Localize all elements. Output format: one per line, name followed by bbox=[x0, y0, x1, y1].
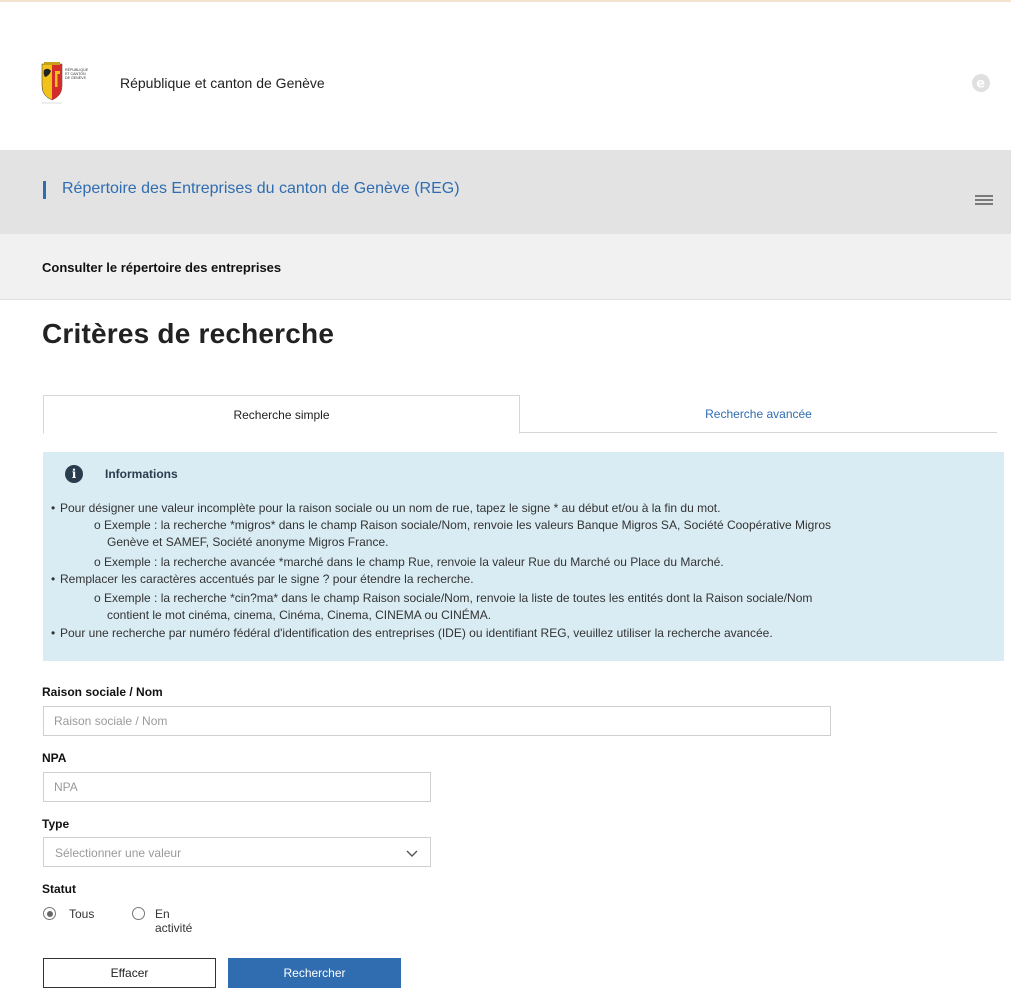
menu-icon[interactable] bbox=[975, 195, 993, 205]
statut-label: Statut bbox=[42, 882, 76, 896]
info-heading: Informations bbox=[105, 467, 178, 481]
clear-button[interactable]: Effacer bbox=[43, 958, 216, 988]
tab-recherche-simple[interactable]: Recherche simple bbox=[43, 395, 520, 434]
search-button[interactable]: Rechercher bbox=[228, 958, 401, 988]
application-title[interactable]: Répertoire des Entreprises du canton de … bbox=[62, 180, 460, 198]
raison-sociale-input[interactable] bbox=[43, 706, 831, 736]
page-title: Critères de recherche bbox=[42, 318, 335, 349]
section-subbar: Consulter le répertoire des entreprises bbox=[0, 234, 1011, 300]
info-bullet: Remplacer les caractères accentués par l… bbox=[51, 572, 474, 587]
radio-en-activite-label[interactable]: En activité bbox=[155, 907, 192, 935]
npa-label: NPA bbox=[42, 751, 67, 765]
application-band: Répertoire des Entreprises du canton de … bbox=[0, 150, 1011, 234]
type-label: Type bbox=[42, 817, 70, 831]
type-select[interactable]: Sélectionner une valeur bbox=[43, 837, 431, 867]
search-tabs: Recherche simple Recherche avancée bbox=[43, 395, 997, 434]
info-bullet: Pour une recherche par numéro fédéral d'… bbox=[51, 626, 773, 641]
geneva-coat-of-arms-logo[interactable]: RÉPUBLIQUE ET CANTON DE GENÈVE bbox=[40, 62, 90, 104]
type-select-value: Sélectionner une valeur bbox=[55, 846, 182, 860]
e-government-icon[interactable]: e bbox=[971, 73, 991, 93]
info-example-cont: Genève et SAMEF, Société anonyme Migros … bbox=[107, 535, 389, 549]
info-example: o Exemple : la recherche avancée *marché… bbox=[94, 555, 724, 569]
info-example-cont: contient le mot cinéma, cinema, Cinéma, … bbox=[107, 608, 492, 622]
radio-tous-label[interactable]: Tous bbox=[69, 907, 94, 921]
info-bullet: Pour désigner une valeur incomplète pour… bbox=[51, 501, 720, 516]
site-title[interactable]: République et canton de Genève bbox=[120, 75, 325, 91]
svg-text:e: e bbox=[976, 77, 985, 92]
radio-en-activite[interactable] bbox=[132, 907, 145, 920]
tab-recherche-avancee[interactable]: Recherche avancée bbox=[520, 395, 997, 433]
svg-text:DE GENÈVE: DE GENÈVE bbox=[65, 75, 87, 80]
raison-sociale-label: Raison sociale / Nom bbox=[42, 685, 163, 699]
info-example: o Exemple : la recherche *cin?ma* dans l… bbox=[94, 591, 813, 605]
accent-bar bbox=[43, 181, 46, 199]
radio-tous[interactable] bbox=[43, 907, 56, 920]
info-example: o Exemple : la recherche *migros* dans l… bbox=[94, 518, 832, 532]
site-header: RÉPUBLIQUE ET CANTON DE GENÈVE Républiqu… bbox=[0, 2, 1011, 150]
section-title: Consulter le répertoire des entreprises bbox=[42, 260, 282, 275]
npa-input[interactable] bbox=[43, 772, 431, 802]
info-icon: i bbox=[65, 465, 83, 483]
info-box: i Informations Pour désigner une valeur … bbox=[43, 452, 1004, 661]
chevron-down-icon bbox=[406, 850, 418, 857]
